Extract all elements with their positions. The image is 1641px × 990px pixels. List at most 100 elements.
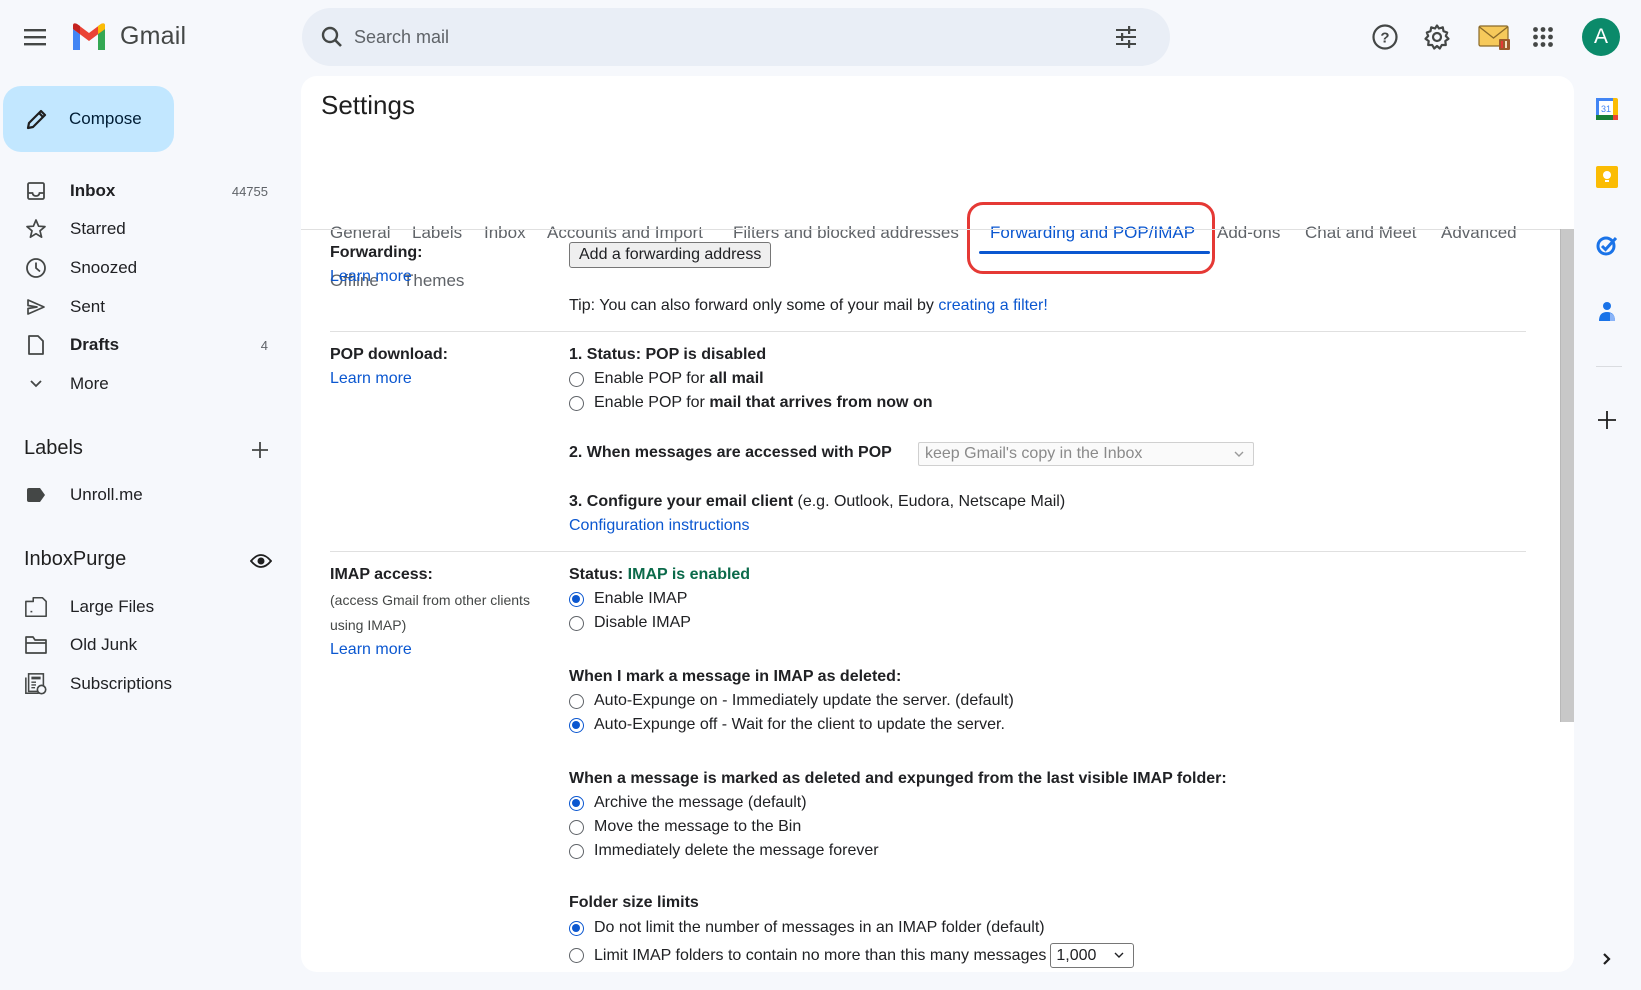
nav-label: More bbox=[70, 374, 109, 393]
gmail-m-icon bbox=[73, 23, 105, 50]
no-folder-limit-option[interactable]: Do not limit the number of messages in a… bbox=[569, 919, 1045, 937]
radio-button-selected[interactable] bbox=[569, 591, 584, 607]
tab-labels[interactable]: Labels bbox=[412, 223, 462, 243]
status-prefix: Status: bbox=[569, 566, 628, 583]
radio-button[interactable] bbox=[569, 843, 584, 859]
nav-label: Snoozed bbox=[70, 258, 138, 277]
tab-add-ons[interactable]: Add-ons bbox=[1217, 223, 1280, 243]
get-addons-button[interactable] bbox=[1592, 405, 1622, 435]
pop-access-action-select[interactable]: keep Gmail's copy in the Inbox bbox=[918, 442, 1254, 466]
radio-button-selected[interactable] bbox=[569, 920, 584, 936]
forwarding-learn-more-link[interactable]: Learn more bbox=[330, 268, 412, 286]
nav-item-inbox[interactable]: Inbox 44755 bbox=[0, 174, 280, 208]
add-forwarding-address-button[interactable]: Add a forwarding address bbox=[569, 242, 772, 268]
option-text: Immediately delete the message forever bbox=[594, 842, 879, 859]
forwarding-tip: Tip: You can also forward only some of y… bbox=[569, 297, 1048, 315]
imap-option-enable[interactable]: Enable IMAP bbox=[569, 590, 687, 608]
gmail-logo[interactable] bbox=[70, 22, 108, 52]
pop-access-label: 2. When messages are accessed with POP bbox=[569, 444, 892, 461]
imap-access-label: IMAP access: bbox=[330, 566, 433, 583]
label-item-unroll-me[interactable]: Unroll.me bbox=[0, 478, 280, 512]
calendar-app-button[interactable]: 31 bbox=[1592, 94, 1622, 124]
search-input[interactable] bbox=[354, 20, 1074, 54]
option-emphasis: all mail bbox=[709, 370, 764, 387]
pop-option-from-now-on[interactable]: Enable POP for mail that arrives from no… bbox=[569, 394, 932, 412]
compose-button[interactable]: Compose bbox=[3, 86, 174, 152]
delete-forever-option[interactable]: Immediately delete the message forever bbox=[569, 842, 879, 860]
imap-option-disable[interactable]: Disable IMAP bbox=[569, 614, 691, 632]
radio-button[interactable] bbox=[569, 395, 584, 411]
side-panel-divider bbox=[1596, 366, 1622, 367]
show-side-panel-button[interactable] bbox=[1592, 944, 1622, 974]
tab-chat-and-meet[interactable]: Chat and Meet bbox=[1305, 223, 1417, 243]
radio-button-selected[interactable] bbox=[569, 717, 584, 733]
radio-button[interactable] bbox=[569, 615, 584, 631]
folder-file-icon bbox=[24, 595, 48, 619]
draft-count: 4 bbox=[260, 337, 268, 353]
auto-expunge-on-option[interactable]: Auto-Expunge on - Immediately update the… bbox=[569, 692, 1014, 710]
annotation-highlight-box bbox=[967, 202, 1215, 274]
pop-learn-more-link[interactable]: Learn more bbox=[330, 370, 412, 388]
option-text: Move the message to the Bin bbox=[594, 818, 802, 835]
radio-button[interactable] bbox=[569, 693, 584, 709]
account-avatar[interactable]: A bbox=[1582, 18, 1620, 56]
move-to-bin-option[interactable]: Move the message to the Bin bbox=[569, 818, 801, 836]
create-filter-link[interactable]: creating a filter! bbox=[938, 297, 1047, 314]
status-value: IMAP is enabled bbox=[627, 566, 751, 583]
radio-button[interactable] bbox=[569, 819, 584, 835]
chevron-down-icon bbox=[1234, 451, 1244, 457]
limit-folder-option[interactable]: Limit IMAP folders to contain no more th… bbox=[569, 943, 1135, 968]
inboxpurge-item-old-junk[interactable]: Old Junk bbox=[0, 628, 280, 662]
contacts-app-button[interactable] bbox=[1592, 297, 1622, 327]
imap-learn-more-link[interactable]: Learn more bbox=[330, 641, 412, 659]
support-button[interactable]: ? bbox=[1368, 20, 1402, 54]
tab-accounts-and-import[interactable]: Accounts and Import bbox=[547, 223, 703, 243]
tasks-app-button[interactable] bbox=[1592, 230, 1622, 260]
settings-panel: Settings General Labels Inbox Accounts a… bbox=[301, 76, 1574, 972]
inboxpurge-extension-button[interactable] bbox=[1475, 20, 1515, 54]
folder-limit-select[interactable]: 1,000 bbox=[1050, 943, 1135, 968]
inboxpurge-mail-icon bbox=[1478, 25, 1510, 50]
inboxpurge-visibility-toggle[interactable] bbox=[248, 548, 274, 574]
radio-button[interactable] bbox=[569, 948, 584, 963]
search-options-icon[interactable] bbox=[1114, 26, 1138, 48]
pop-option-all-mail[interactable]: Enable POP for all mail bbox=[569, 370, 764, 388]
keep-app-button[interactable] bbox=[1592, 162, 1622, 192]
auto-expunge-off-option[interactable]: Auto-Expunge off - Wait for the client t… bbox=[569, 716, 1005, 734]
folder-size-heading: Folder size limits bbox=[569, 894, 699, 911]
nav-item-more[interactable]: More bbox=[0, 367, 280, 401]
radio-button-selected[interactable] bbox=[569, 795, 584, 811]
pop-configure-client: 3. Configure your email client (e.g. Out… bbox=[569, 493, 1065, 511]
option-text: Auto-Expunge on - Immediately update the… bbox=[594, 692, 1014, 709]
nav-item-sent[interactable]: Sent bbox=[0, 290, 280, 324]
tab-advanced[interactable]: Advanced bbox=[1441, 223, 1517, 243]
add-addon-icon bbox=[1598, 411, 1616, 429]
inboxpurge-heading: InboxPurge bbox=[24, 548, 127, 570]
search-bar[interactable] bbox=[302, 8, 1170, 66]
nav-item-drafts[interactable]: Drafts 4 bbox=[0, 328, 280, 362]
tab-filters-and-blocked-addresses[interactable]: Filters and blocked addresses bbox=[733, 223, 959, 243]
create-label-button[interactable] bbox=[247, 437, 273, 463]
tab-general[interactable]: General bbox=[330, 223, 390, 243]
main-menu-button[interactable] bbox=[22, 24, 50, 50]
radio-button[interactable] bbox=[569, 371, 584, 387]
inboxpurge-item-large-files[interactable]: Large Files bbox=[0, 590, 280, 624]
nav-item-starred[interactable]: Starred bbox=[0, 212, 280, 246]
imap-sublabel: (access Gmail from other clients bbox=[330, 592, 530, 608]
nav-item-snoozed[interactable]: Snoozed bbox=[0, 251, 280, 285]
tab-inbox[interactable]: Inbox bbox=[484, 223, 526, 243]
draft-icon bbox=[24, 333, 48, 357]
configure-label: 3. Configure your email client bbox=[569, 493, 794, 510]
settings-button[interactable] bbox=[1420, 20, 1454, 54]
nav-label: Inbox bbox=[70, 181, 116, 200]
compose-label: Compose bbox=[69, 109, 142, 128]
imap-sublabel: using IMAP) bbox=[330, 617, 407, 633]
configuration-instructions-link[interactable]: Configuration instructions bbox=[569, 517, 750, 535]
inboxpurge-item-subscriptions[interactable]: Subscriptions bbox=[0, 667, 280, 701]
archive-message-option[interactable]: Archive the message (default) bbox=[569, 794, 807, 812]
tab-themes[interactable]: Themes bbox=[403, 271, 464, 291]
scrollbar-thumb[interactable] bbox=[1560, 229, 1574, 722]
google-apps-button[interactable] bbox=[1526, 20, 1560, 54]
search-icon[interactable] bbox=[320, 25, 344, 49]
folder-icon bbox=[24, 633, 48, 657]
